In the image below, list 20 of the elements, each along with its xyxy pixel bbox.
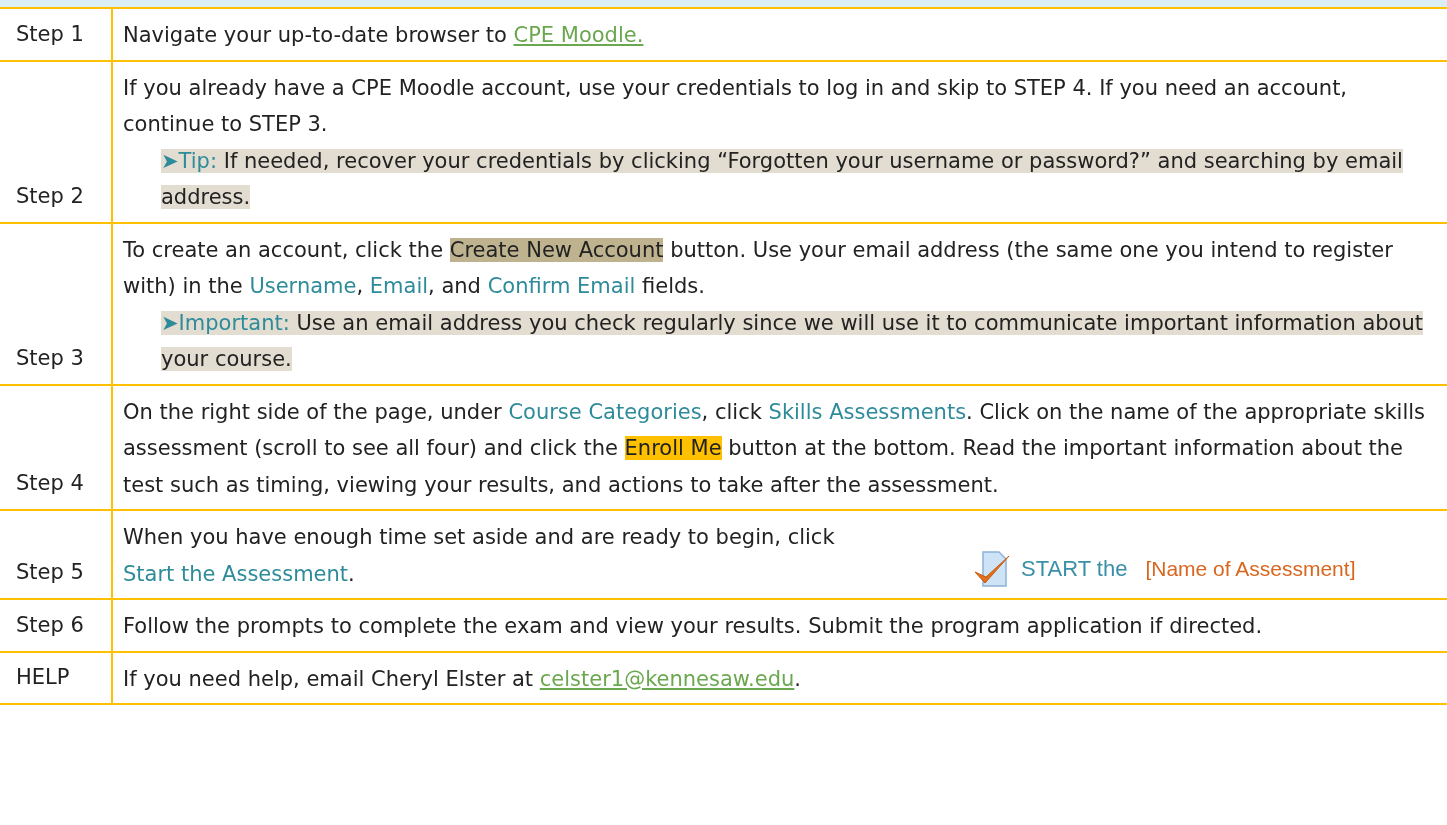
instruction-text: Follow the prompts to complete the exam and view your results. Submit the program application if directed.	[123, 613, 1264, 640]
step-label: Step 6	[0, 600, 113, 651]
start-label: START the	[1021, 556, 1128, 582]
assessment-name: [Name of Assessment]	[1145, 557, 1356, 581]
instruction-text: If you need help, email Cheryl Elster at celster1@kennesaw.edu.	[123, 665, 802, 693]
instruction-text: On the right side of the page, under Course Categories, click Skills Assessments. Click on the name of the appropriate skills assessment (scroll to see all four) and click the Enroll Me button at the bottom. Read the important information about the test such as timing, viewing your results, and actions to take after the assessment.	[123, 398, 1426, 499]
instruction-text: To create an account, click the Create New Account button. Use your email address (the same one you intend to register with) in the Username, Email, and Confirm Email fields.	[123, 236, 1394, 300]
instruction-text: Navigate your up-to-date browser to CPE Moodle.	[123, 22, 645, 49]
step-label: Step 3	[0, 223, 113, 384]
step-label: Step 1	[0, 9, 113, 60]
instruction-text: When you have enough time set aside and are ready to begin, click Start the Assessment.	[123, 524, 836, 588]
tip-paragraph: ➤Important: Use an email address you check regularly since we will use it to communicate important information about your course.	[161, 309, 1425, 373]
tip-paragraph: ➤Tip: If needed, recover your credentials by clicking “Forgotten your username or password?” and searching by email address.	[161, 147, 1404, 211]
step-label: Step 5	[0, 511, 113, 598]
link[interactable]: celster1@kennesaw.edu	[539, 666, 795, 691]
step-label: Step 2	[0, 61, 113, 222]
step-label: HELP	[0, 652, 113, 703]
instruction-text: If you already have a CPE Moodle account, use your credentials to log in and skip to STEP 4. If you need an account, continue to STEP 3.	[123, 74, 1349, 138]
step-label: Step 4	[0, 385, 113, 509]
link[interactable]: CPE Moodle.	[513, 23, 644, 47]
